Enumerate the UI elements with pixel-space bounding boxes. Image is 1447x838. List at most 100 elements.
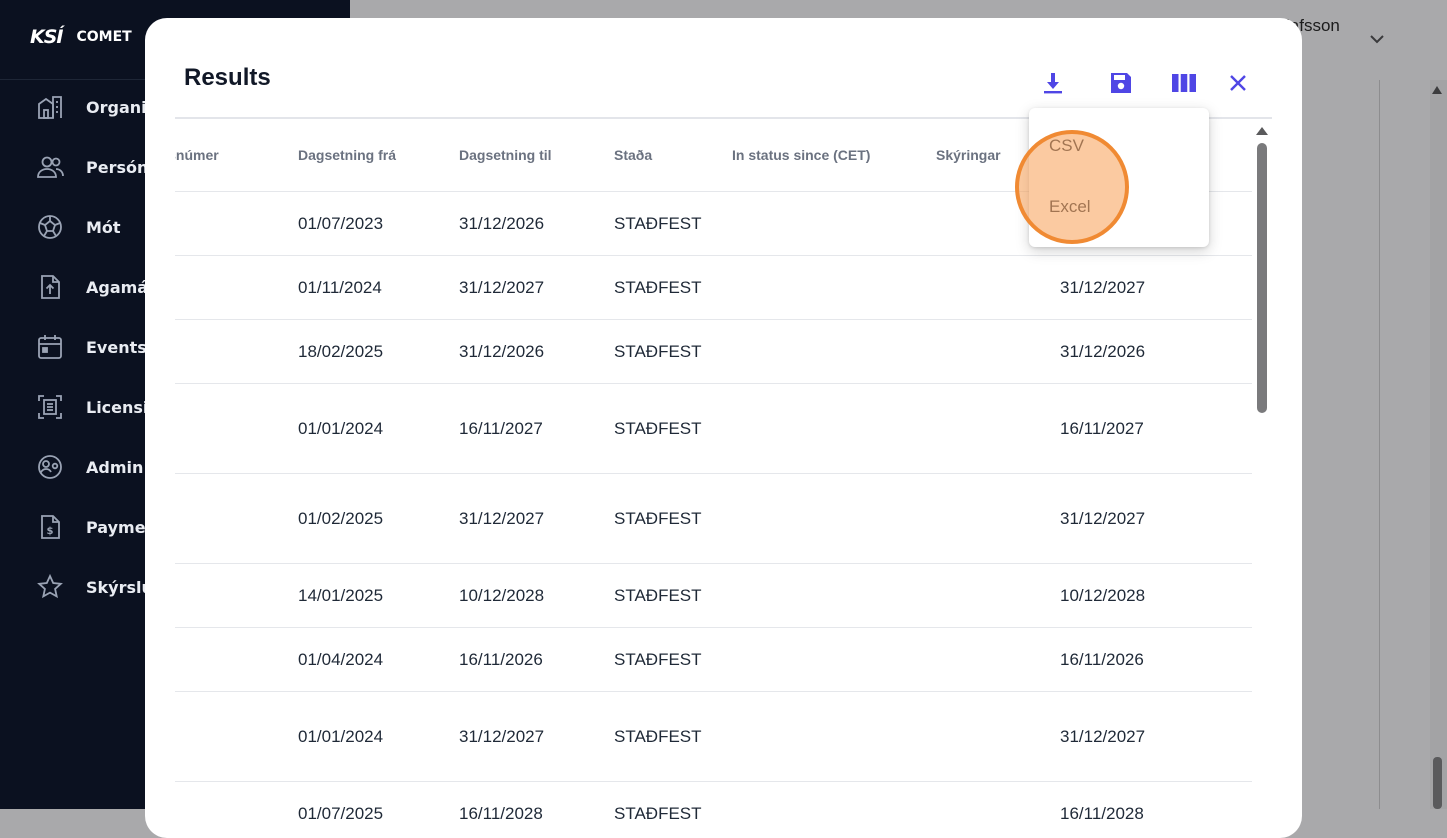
table-row[interactable]: 01/07/202516/11/2028STAÐFEST16/11/2028 (175, 782, 1252, 838)
table-cell: 31/12/2026 (1060, 320, 1252, 384)
save-icon (1109, 71, 1133, 95)
table-cell: 01/07/2023 (298, 192, 459, 256)
table-row[interactable]: 001/02/202531/12/2027STAÐFEST31/12/2027 (175, 474, 1252, 564)
export-menu: CSV Excel (1029, 108, 1209, 247)
admin-icon (36, 453, 64, 481)
table-cell: 14/01/2025 (298, 564, 459, 628)
download-button[interactable] (1038, 68, 1068, 98)
table-cell: 31/12/2026 (459, 192, 614, 256)
table-cell: 16/11/2028 (459, 782, 614, 838)
table-cell: 10/12/2028 (459, 564, 614, 628)
sidebar-item-licensing[interactable]: Licensin (36, 393, 160, 421)
brand-name: COMET (76, 29, 131, 45)
table-cell (732, 192, 936, 256)
table-cell: 31/12/2027 (459, 692, 614, 782)
table-cell (936, 782, 1060, 838)
page-divider (1379, 80, 1380, 809)
table-cell: 01/01/2024 (298, 384, 459, 474)
table-cell: 01/02/2025 (298, 474, 459, 564)
table-cell: 0 (175, 474, 298, 564)
payment-file-icon: $ (36, 513, 64, 541)
table-cell: 16/11/2026 (459, 628, 614, 692)
chevron-down-icon[interactable] (1368, 30, 1386, 48)
brand[interactable]: KSÍ COMET (30, 26, 132, 48)
table-cell (936, 628, 1060, 692)
column-header[interactable]: Dagsetning til (459, 119, 614, 192)
column-header[interactable]: ngsnúmer (175, 119, 298, 192)
svg-text:$: $ (47, 526, 54, 537)
sidebar-item-payments[interactable]: $ Paymen (36, 513, 157, 541)
table-cell: 01/07/2025 (298, 782, 459, 838)
table-cell: 01/04/2024 (298, 628, 459, 692)
table-cell (175, 782, 298, 838)
columns-icon (1171, 72, 1197, 94)
table-cell: 01/11/2024 (298, 256, 459, 320)
table-cell (936, 564, 1060, 628)
table-cell (936, 320, 1060, 384)
table-cell (732, 384, 936, 474)
column-header[interactable]: Dagsetning frá (298, 119, 459, 192)
table-scrollbar-thumb[interactable] (1257, 143, 1267, 413)
sidebar-item-reports[interactable]: Skýrslur (36, 573, 161, 601)
export-csv-option[interactable]: CSV (1049, 136, 1084, 156)
table-scroll-up-icon[interactable] (1256, 127, 1268, 135)
modal-title: Results (184, 64, 271, 92)
table-cell: 3 (175, 692, 298, 782)
people-icon (36, 153, 64, 181)
table-row[interactable]: 901/01/202416/11/2027STAÐFEST16/11/2027 (175, 384, 1252, 474)
file-upload-icon (36, 273, 64, 301)
table-cell: 3 (175, 192, 298, 256)
table-cell (732, 692, 936, 782)
table-row[interactable]: 01/04/202416/11/2026STAÐFEST16/11/2026 (175, 628, 1252, 692)
table-cell: 31/12/2026 (459, 320, 614, 384)
table-cell: 10/12/2028 (1060, 564, 1252, 628)
star-icon (36, 573, 64, 601)
sidebar-item-events[interactable]: Events (36, 333, 147, 361)
table-row[interactable]: 301/01/202431/12/2027STAÐFEST31/12/2027 (175, 692, 1252, 782)
table-cell (936, 384, 1060, 474)
columns-button[interactable] (1169, 68, 1199, 98)
table-cell: 31/12/2027 (459, 256, 614, 320)
table-cell: 18/02/2025 (298, 320, 459, 384)
table-cell: STAÐFEST (614, 192, 732, 256)
table-cell: STAÐFEST (614, 384, 732, 474)
table-row[interactable]: 001/11/202431/12/2027STAÐFEST31/12/2027 (175, 256, 1252, 320)
table-cell: 31/12/2027 (1060, 256, 1252, 320)
sidebar-item-label: Mót (86, 218, 121, 237)
table-cell: STAÐFEST (614, 256, 732, 320)
table-cell (175, 564, 298, 628)
sidebar-item-persons[interactable]: Persónu (36, 153, 160, 181)
table-cell (936, 474, 1060, 564)
table-cell (936, 692, 1060, 782)
table-cell: 31/12/2027 (459, 474, 614, 564)
table-row[interactable]: 018/02/202531/12/2026STAÐFEST31/12/2026 (175, 320, 1252, 384)
sidebar-item-label: Agamál (86, 278, 154, 297)
table-cell: 01/01/2024 (298, 692, 459, 782)
table-cell: 16/11/2026 (1060, 628, 1252, 692)
table-cell: 16/11/2028 (1060, 782, 1252, 838)
table-cell (732, 474, 936, 564)
table-cell (732, 320, 936, 384)
page-scroll-up-icon[interactable] (1432, 86, 1442, 94)
sidebar-item-organization[interactable]: Organiz (36, 93, 156, 121)
sidebar-item-label: Admin (86, 458, 143, 477)
table-cell: STAÐFEST (614, 564, 732, 628)
save-button[interactable] (1106, 68, 1136, 98)
column-header[interactable]: In status since (CET) (732, 119, 936, 192)
export-excel-option[interactable]: Excel (1049, 197, 1091, 217)
table-cell: STAÐFEST (614, 628, 732, 692)
table-cell: STAÐFEST (614, 782, 732, 838)
table-cell: 0 (175, 256, 298, 320)
sidebar-item-mot[interactable]: Mót (36, 213, 121, 241)
table-cell: STAÐFEST (614, 474, 732, 564)
page-scrollbar-thumb[interactable] (1433, 757, 1442, 809)
table-row[interactable]: 14/01/202510/12/2028STAÐFEST10/12/2028 (175, 564, 1252, 628)
sidebar-item-agamal[interactable]: Agamál (36, 273, 154, 301)
sidebar-item-admin[interactable]: Admin (36, 453, 143, 481)
column-header[interactable]: Staða (614, 119, 732, 192)
page-scrollbar[interactable] (1430, 80, 1447, 809)
calendar-icon (36, 333, 64, 361)
table-cell: 9 (175, 384, 298, 474)
table-cell (936, 256, 1060, 320)
close-button[interactable] (1223, 68, 1253, 98)
